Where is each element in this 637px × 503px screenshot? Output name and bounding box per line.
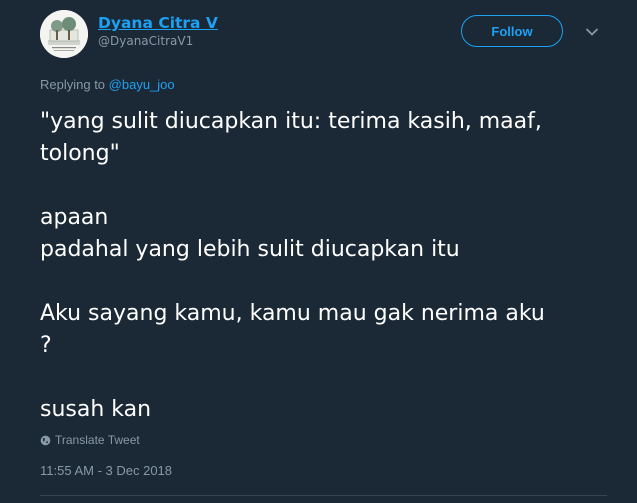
- translate-tweet-label: Translate Tweet: [55, 433, 140, 447]
- tweet-timestamp[interactable]: 11:55 AM - 3 Dec 2018: [40, 463, 172, 478]
- follow-button[interactable]: Follow: [461, 15, 563, 47]
- author-display-name[interactable]: Dyana Citra V: [98, 13, 218, 33]
- avatar[interactable]: [40, 10, 88, 58]
- author-username: @DyanaCitraV1: [98, 34, 194, 48]
- translate-tweet-link[interactable]: Translate Tweet: [40, 433, 140, 447]
- replying-to: Replying to @bayu_joo: [40, 77, 175, 92]
- reply-mention-link[interactable]: @bayu_joo: [109, 77, 175, 92]
- tweet-header: Dyana Citra V @DyanaCitraV1 Follow: [40, 10, 607, 62]
- tweet-text: "yang sulit diucapkan itu: terima kasih,…: [40, 109, 545, 422]
- globe-icon: [40, 435, 51, 445]
- replying-to-label: Replying to: [40, 77, 109, 92]
- avatar-image: [40, 10, 88, 58]
- author-info: Dyana Citra V @DyanaCitraV1: [98, 13, 218, 48]
- divider: [40, 495, 607, 496]
- chevron-down-icon[interactable]: [584, 24, 600, 40]
